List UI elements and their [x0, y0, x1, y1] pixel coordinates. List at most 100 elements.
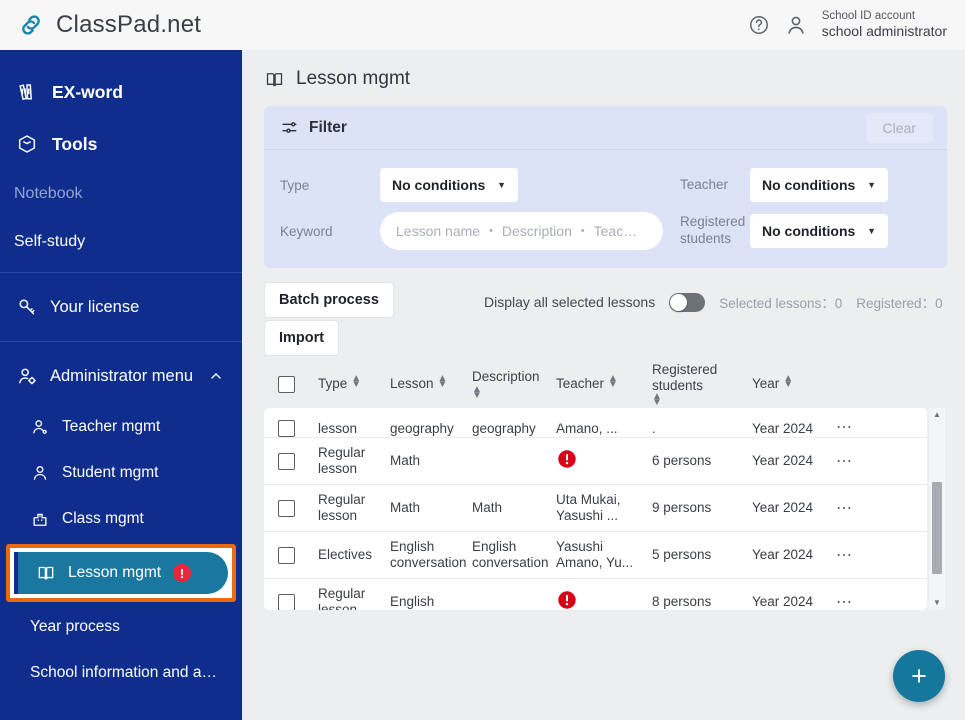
column-header-type[interactable]: Type ▲ ▼ — [318, 374, 390, 392]
filter-panel: Filter Clear Type No conditions ▼ Keywor… — [264, 106, 947, 268]
error-icon — [556, 589, 578, 610]
row-actions-button[interactable]: ⋯ — [836, 419, 854, 436]
table-row[interactable]: lesson geography geography Amano, ... . … — [264, 408, 927, 438]
sidebar-item-label: Student mgmt — [62, 464, 159, 481]
sidebar-item-exword[interactable]: EX-word — [0, 66, 242, 118]
sort-icon[interactable]: ▲ ▼ — [438, 374, 448, 390]
sidebar-item-school-information[interactable]: School information and a… — [0, 650, 242, 696]
filter-keyword-label: Keyword — [280, 223, 333, 239]
sidebar-group-administrator-menu[interactable]: Administrator menu — [0, 348, 242, 404]
clear-button[interactable]: Clear — [865, 112, 933, 143]
cell-teacher — [556, 448, 652, 474]
page-title: Lesson mgmt — [264, 68, 947, 90]
lessons-table: Type ▲ ▼ Lesson ▲ ▼ Description ▲ ▼ Teacher… — [264, 356, 947, 610]
error-icon — [556, 448, 578, 470]
table-row[interactable]: Regular lesson English 8 persons Year 20… — [264, 579, 927, 610]
column-label: Description — [472, 369, 540, 385]
cell-year: Year 2024 — [752, 546, 814, 562]
sidebar-item-year-process[interactable]: Year process — [0, 604, 242, 650]
sort-icon[interactable]: ▲ ▼ — [652, 391, 752, 407]
class-icon — [30, 509, 50, 529]
sort-icon[interactable]: ▲ ▼ — [472, 384, 540, 400]
sidebar-item-lesson-mgmt[interactable]: Lesson mgmt ! — [14, 552, 228, 594]
sidebar-item-notebook[interactable]: Notebook — [0, 170, 242, 218]
column-header-teacher[interactable]: Teacher ▲ ▼ — [556, 374, 652, 392]
scroll-down-button[interactable]: ▼ — [929, 596, 945, 610]
cell-year: Year 2024 — [752, 499, 814, 515]
sort-icon[interactable]: ▲ ▼ — [351, 374, 361, 390]
cell-type: Regular lesson — [318, 491, 366, 523]
row-actions-button[interactable]: ⋯ — [836, 594, 854, 610]
cell-teacher — [556, 589, 652, 610]
sidebar-item-label: EX-word — [52, 81, 123, 102]
registered-students-dropdown[interactable]: No conditions ▼ — [750, 214, 888, 248]
sidebar-item-teacher-mgmt[interactable]: Teacher mgmt — [0, 404, 242, 450]
sidebar: EX-word Tools Notebook Self-study Your l… — [0, 50, 242, 720]
select-all-cell — [278, 375, 318, 393]
select-all-checkbox[interactable] — [278, 375, 295, 393]
account-text[interactable]: School ID account school administrator — [822, 9, 947, 41]
sidebar-item-selfstudy[interactable]: Self-study — [0, 218, 242, 266]
row-actions-button[interactable]: ⋯ — [836, 500, 854, 517]
brand-logo[interactable]: ClassPad.net — [16, 10, 201, 40]
column-header-description[interactable]: Description ▲ ▼ — [472, 369, 556, 400]
filter-body: Type No conditions ▼ Keyword Teacher — [264, 150, 947, 268]
sort-icon[interactable]: ▲ ▼ — [608, 374, 618, 390]
row-checkbox[interactable] — [278, 452, 295, 470]
type-dropdown-value: No conditions — [392, 177, 486, 193]
cell-teacher: Amano, ... — [556, 420, 618, 436]
filter-row-registered-students: Registered students No conditions ▼ — [680, 208, 933, 254]
scroll-up-button[interactable]: ▲ — [929, 408, 945, 422]
keyword-input[interactable] — [380, 212, 663, 250]
user-icon[interactable] — [784, 13, 808, 37]
row-checkbox[interactable] — [278, 499, 295, 517]
sidebar-item-class-mgmt[interactable]: Class mgmt — [0, 496, 242, 542]
table-row[interactable]: Electives English conversation English c… — [264, 532, 927, 579]
sidebar-divider-2 — [0, 341, 242, 342]
row-actions-button[interactable]: ⋯ — [836, 547, 854, 564]
chevron-up-icon[interactable] — [208, 368, 224, 384]
sidebar-item-tools[interactable]: Tools — [0, 118, 242, 170]
sort-icon[interactable]: ▲ ▼ — [783, 374, 793, 390]
toolbar-right: Display all selected lessons Selected le… — [484, 292, 947, 312]
sidebar-primary-group: EX-word Tools Notebook Self-study — [0, 50, 242, 266]
sidebar-item-label: Tools — [52, 133, 98, 154]
books-icon — [16, 81, 38, 103]
column-header-lesson[interactable]: Lesson ▲ ▼ — [390, 374, 472, 392]
table-row[interactable]: Regular lesson Math 6 persons Year 2024 … — [264, 438, 927, 485]
type-dropdown[interactable]: No conditions ▼ — [380, 168, 518, 202]
help-circle-icon[interactable] — [748, 14, 770, 36]
row-checkbox[interactable] — [278, 593, 295, 610]
display-all-toggle[interactable] — [669, 292, 706, 312]
add-lesson-button[interactable]: + — [893, 650, 945, 702]
sidebar-item-your-license[interactable]: Your license — [0, 279, 242, 335]
table-scrollbar[interactable]: ▲ ▼ — [929, 408, 945, 610]
cell-registered: 6 persons — [652, 452, 712, 468]
sidebar-item-student-mgmt[interactable]: Student mgmt — [0, 450, 242, 496]
table-row[interactable]: Regular lesson Math Math Uta Mukai, Yasu… — [264, 485, 927, 532]
sidebar-item-label: Year process — [30, 618, 120, 635]
cell-teacher: Uta Mukai, Yasushi ... — [556, 491, 621, 523]
filter-row-keyword: Keyword — [280, 208, 680, 254]
import-button[interactable]: Import — [264, 320, 340, 356]
cell-lesson: Math — [390, 499, 421, 515]
table-body: lesson geography geography Amano, ... . … — [264, 408, 927, 610]
batch-process-button[interactable]: Batch process — [264, 282, 394, 318]
sidebar-item-label: Self-study — [14, 233, 86, 250]
row-checkbox[interactable] — [278, 546, 295, 564]
column-header-registered-students[interactable]: Registered students ▲ ▼ — [652, 362, 752, 407]
row-actions-button[interactable]: ⋯ — [836, 453, 854, 470]
page-title-label: Lesson mgmt — [296, 68, 411, 89]
row-checkbox[interactable] — [278, 420, 295, 437]
status-badge: ! — [173, 564, 192, 582]
sidebar-item-lesson-mgmt-highlight: Lesson mgmt ! — [6, 544, 236, 602]
sidebar-group-label: Administrator menu — [50, 366, 194, 385]
teacher-dropdown[interactable]: No conditions ▼ — [750, 168, 888, 202]
column-label: Year — [752, 376, 780, 392]
cell-teacher: Yasushi Amano, Yu... — [556, 538, 634, 570]
cell-year: Year 2024 — [752, 593, 814, 609]
chevron-down-icon: ▼ — [867, 226, 876, 236]
cell-type: lesson — [318, 420, 358, 436]
scrollbar-thumb[interactable] — [932, 482, 942, 574]
column-header-year[interactable]: Year ▲ ▼ — [752, 374, 836, 392]
